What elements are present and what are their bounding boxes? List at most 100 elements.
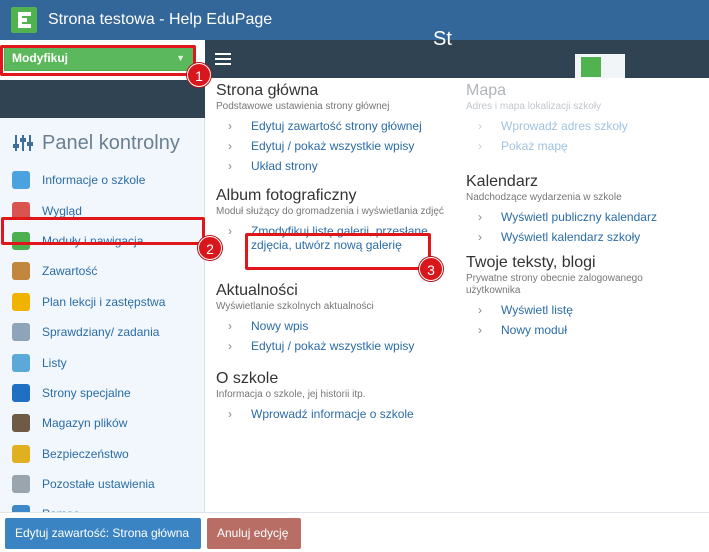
footer-bar: Edytuj zawartość: Strona główna Anuluj e… — [0, 512, 709, 552]
cancel-edit-button[interactable]: Anuluj edycję — [207, 518, 301, 549]
edit-content-button[interactable]: Edytuj zawartość: Strona główna — [5, 518, 201, 549]
menu-link[interactable]: › Wyświetl listę — [466, 303, 696, 317]
site-logo — [575, 54, 625, 78]
sidebar-item-label: Zawartość — [42, 264, 98, 279]
sidebar-item[interactable]: Pozostałe ustawienia — [0, 469, 205, 499]
section-title: Kalendarz — [466, 173, 539, 190]
chevron-right-icon: › — [228, 319, 232, 333]
files-icon — [12, 414, 30, 433]
chevron-right-icon: › — [228, 159, 232, 173]
menu-link-label: Wyświetl kalendarz szkoły — [501, 230, 641, 244]
chevron-right-icon: › — [478, 119, 482, 133]
menu-link[interactable]: › Wyświetl publiczny kalendarz — [466, 210, 696, 224]
menu-section: Mapa Adres i mapa lokalizacji szkoły › Wpro… — [466, 81, 696, 153]
menu-link-label: Wprowadź adres szkoły — [501, 119, 628, 133]
callout-badge-3: 3 — [419, 257, 443, 281]
callout-badge-1: 1 — [187, 63, 211, 87]
panel-title: Panel kontrolny — [42, 131, 180, 154]
menu-link[interactable]: › Wyświetl kalendarz szkoły — [466, 230, 696, 244]
section-title: Aktualności — [216, 282, 298, 299]
sidebar-item-label: Wygląd — [42, 203, 82, 218]
sidebar-item-label: Informacje o szkole — [42, 173, 146, 188]
menu-link-label: Wprowadź informacje o szkole — [251, 407, 414, 421]
edupage-logo-icon — [11, 7, 37, 33]
sidebar-item-label: Pozostałe ustawienia — [42, 477, 155, 492]
bell-icon — [12, 292, 30, 311]
menu-link[interactable]: › Edytuj / pokaż wszystkie wpisy — [216, 139, 446, 153]
sidebar-item[interactable]: Listy — [0, 347, 205, 377]
chevron-right-icon: › — [478, 230, 482, 244]
sidebar-item[interactable]: Sprawdziany/ zadania — [0, 317, 205, 347]
title-bar: Strona testowa - Help EduPage — [0, 0, 709, 40]
menu-section: Strona główna Podstawowe ustawienia stron… — [216, 81, 446, 173]
content-icon — [12, 262, 30, 281]
menu-link[interactable]: › Nowy wpis — [216, 319, 446, 333]
globe-icon — [12, 171, 30, 190]
chevron-right-icon: › — [478, 210, 482, 224]
menu-link[interactable]: › Wprowadź informacje o szkole — [216, 407, 446, 421]
chevron-right-icon: › — [228, 407, 232, 421]
section-title: O szkole — [216, 370, 279, 387]
sidebar-item[interactable]: Magazyn plików — [0, 408, 205, 438]
sidebar-item-label: Plan lekcji i zastępstwa — [42, 294, 166, 309]
menu-link[interactable]: › Układ strony — [216, 159, 446, 173]
menu-link[interactable]: › Edytuj zawartość strony głównej — [216, 119, 446, 133]
section-subtitle: Adres i mapa lokalizacji szkoły — [466, 101, 602, 112]
content-menu: Strona główna Podstawowe ustawienia stron… — [205, 78, 709, 512]
chevron-right-icon: › — [228, 139, 232, 153]
content-header — [205, 40, 709, 78]
menu-link[interactable]: › Pokaż mapę — [466, 139, 696, 153]
control-panel: Panel kontrolny Informacje o szkole Wyglą… — [0, 118, 205, 552]
menu-section: Twoje teksty, blogi Prywatne strony obecn… — [466, 253, 696, 337]
sidebar-item-label: Strony specjalne — [42, 385, 131, 400]
highlight-content-item — [1, 217, 205, 245]
app-title: Strona testowa - Help EduPage — [48, 11, 273, 28]
sidebar-item[interactable]: Plan lekcji i zastępstwa — [0, 287, 205, 317]
cube-icon — [12, 383, 30, 402]
menu-link-label: Układ strony — [251, 159, 318, 173]
section-title: Album fotograficzny — [216, 187, 357, 204]
sidebar-item[interactable]: Zawartość — [0, 256, 205, 286]
chevron-right-icon: › — [228, 339, 232, 353]
sliders-icon — [12, 133, 34, 153]
menu-link-label: Pokaż mapę — [501, 139, 568, 153]
sidebar-item[interactable]: Bezpieczeństwo — [0, 439, 205, 469]
callout-badge-2: 2 — [198, 236, 222, 260]
menu-link-label: Edytuj / pokaż wszystkie wpisy — [251, 339, 415, 353]
section-subtitle: Nadchodzące wydarzenia w szkole — [466, 192, 622, 203]
sidebar-item-label: Magazyn plików — [42, 416, 128, 431]
left-dark-strip — [0, 80, 205, 118]
list-icon — [12, 353, 30, 372]
site-title-fragment: St — [433, 28, 452, 50]
section-subtitle: Wyświetlanie szkolnych aktualności — [216, 301, 374, 312]
menu-link-label: Wyświetl listę — [501, 303, 573, 317]
section-title: Strona główna — [216, 82, 319, 99]
section-subtitle: Podstawowe ustawienia strony głównej — [216, 101, 390, 112]
chevron-right-icon: › — [228, 119, 232, 133]
chevron-right-icon: › — [478, 139, 482, 153]
gear-icon — [12, 475, 30, 494]
menu-link[interactable]: › Edytuj / pokaż wszystkie wpisy — [216, 339, 446, 353]
left-column: Modyfikuj ▼ Panel kontrolny Informacje o… — [0, 40, 205, 552]
section-title: Twoje teksty, blogi — [466, 254, 596, 271]
menu-section: Aktualności Wyświetlanie szkolnych aktual… — [216, 281, 446, 353]
menu-link[interactable]: › Wprowadź adres szkoły — [466, 119, 696, 133]
chevron-right-icon: › — [228, 224, 232, 238]
section-title: Mapa — [466, 82, 507, 99]
section-subtitle: Prywatne strony obecnie zalogowanego uży… — [466, 273, 643, 296]
sidebar-item[interactable]: Strony specjalne — [0, 378, 205, 408]
sidebar-item-label: Bezpieczeństwo — [42, 446, 129, 461]
menu-link-label: Nowy wpis — [251, 319, 309, 333]
menu-link-label: Edytuj zawartość strony głównej — [251, 119, 422, 133]
menu-section: Kalendarz Nadchodzące wydarzenia w szkole… — [466, 172, 696, 244]
menu-link-label: Nowy moduł — [501, 323, 568, 337]
chevron-right-icon: › — [478, 303, 482, 317]
highlight-modify — [0, 45, 196, 76]
menu-link[interactable]: › Nowy moduł — [466, 323, 696, 337]
sidebar-item[interactable]: Informacje o szkole — [0, 165, 205, 195]
hamburger-menu-icon[interactable] — [215, 53, 231, 65]
menu-section: O szkole Informacja o szkole, jej histori… — [216, 369, 446, 421]
menu-link-label: Edytuj / pokaż wszystkie wpisy — [251, 139, 415, 153]
notebook-icon — [12, 323, 30, 342]
panel-header: Panel kontrolny — [0, 118, 204, 158]
